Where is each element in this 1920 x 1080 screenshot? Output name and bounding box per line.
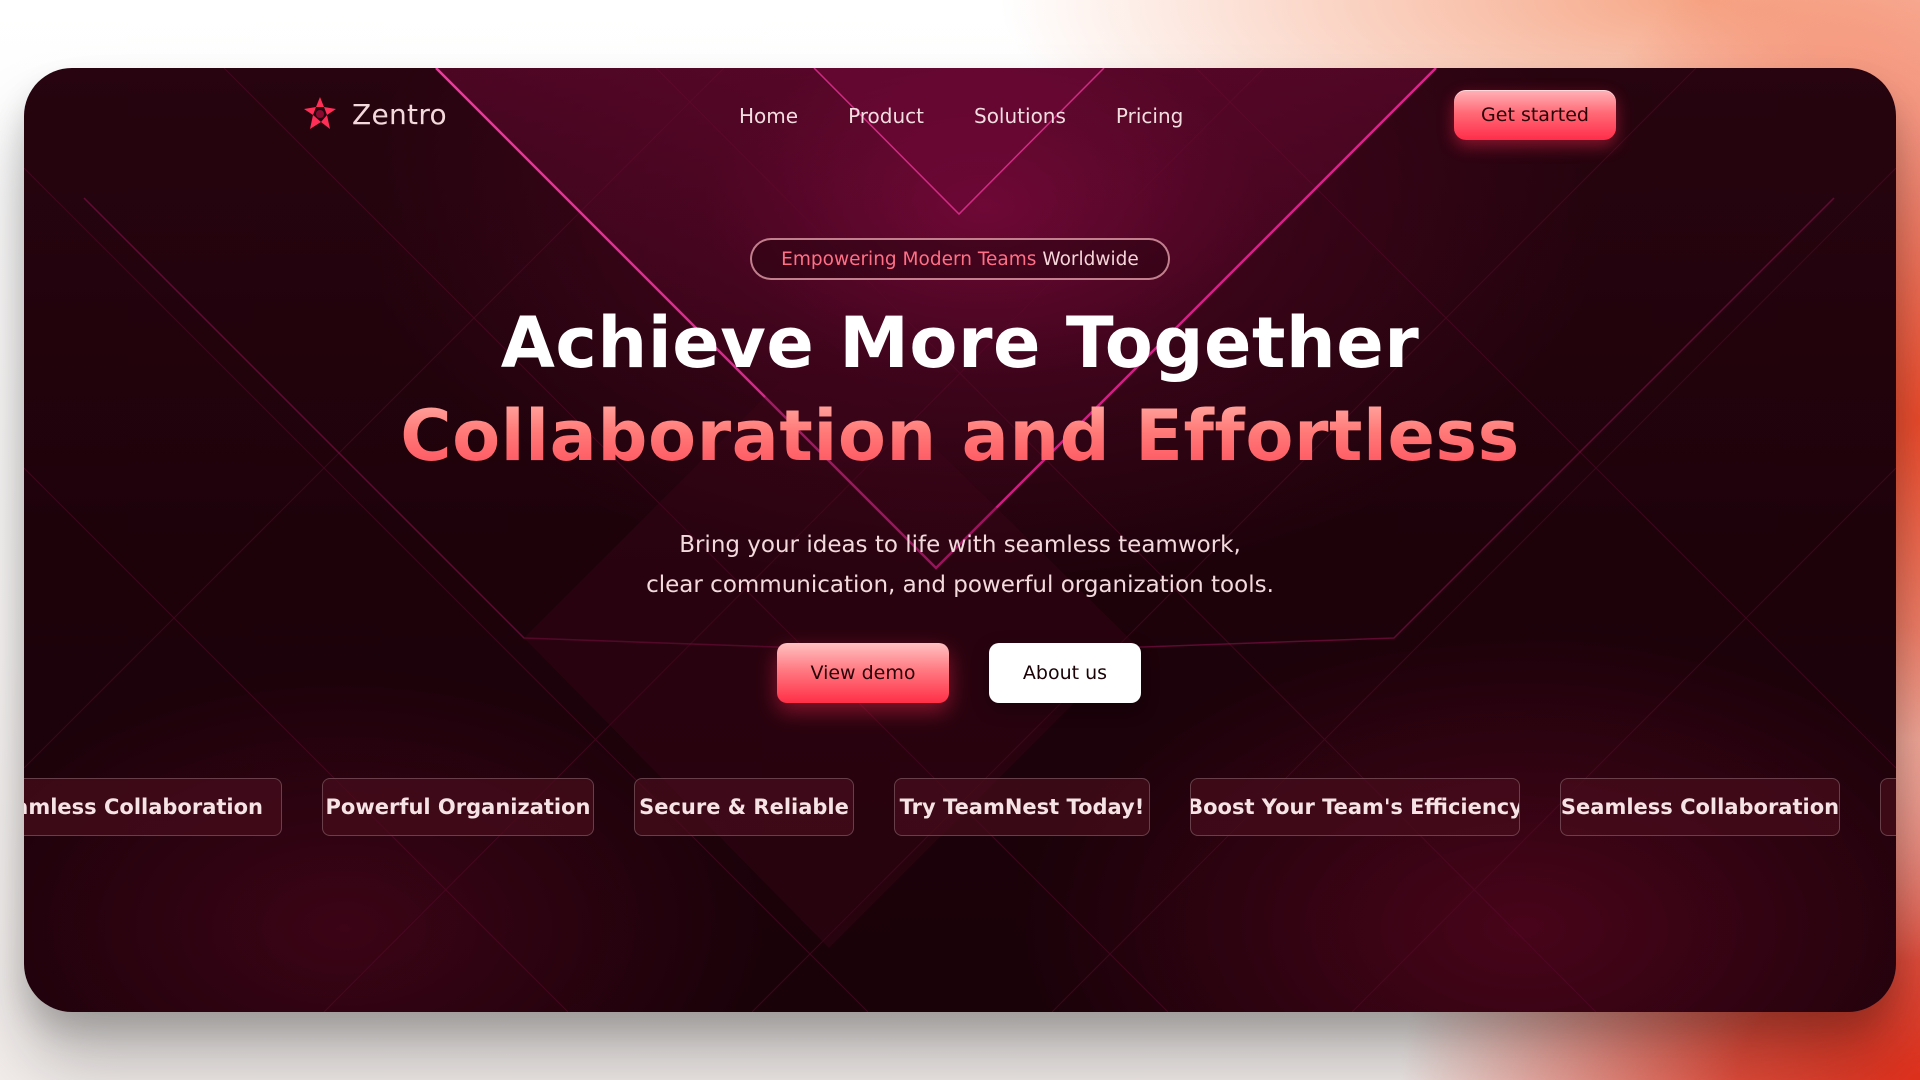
about-us-button[interactable]: About us	[989, 643, 1141, 703]
hero-title-line2: Collaboration and Effortless	[24, 394, 1896, 478]
marquee-chip: Seamless Collaboration	[1560, 778, 1840, 836]
nav-solutions[interactable]: Solutions	[974, 104, 1066, 128]
marquee-chip-partial	[1880, 778, 1896, 836]
hero-frame: Zentro Home Product Solutions Pricing Ge…	[24, 68, 1896, 1012]
tagline-accent: Empowering Modern Teams	[781, 248, 1037, 270]
star-logo-icon	[304, 97, 336, 129]
marquee-chip: Secure & Reliable	[634, 778, 854, 836]
marquee-chip: Boost Your Team's Efficiency	[1190, 778, 1520, 836]
nav-home[interactable]: Home	[739, 104, 798, 128]
marquee-chip: Seamless Collaboration	[24, 778, 282, 836]
get-started-button[interactable]: Get started	[1454, 90, 1616, 140]
marquee-chip: Powerful Organization	[322, 778, 594, 836]
brand-logo[interactable]: Zentro	[302, 96, 447, 132]
marquee-chip: Try TeamNest Today!	[894, 778, 1150, 836]
hero-title-line1: Achieve More Together	[500, 302, 1420, 384]
nav-product[interactable]: Product	[848, 104, 924, 128]
view-demo-button[interactable]: View demo	[777, 643, 949, 703]
nav-pricing[interactable]: Pricing	[1116, 104, 1183, 128]
hero-subtitle: Bring your ideas to life with seamless t…	[24, 525, 1896, 605]
tagline-rest: Worldwide	[1042, 248, 1139, 270]
hero-subtitle-line2: clear communication, and powerful organi…	[646, 572, 1274, 598]
brand-name: Zentro	[352, 97, 447, 131]
tagline-badge: Empowering Modern Teams Worldwide	[750, 238, 1170, 280]
hero-subtitle-line1: Bring your ideas to life with seamless t…	[679, 532, 1241, 558]
main-nav: Home Product Solutions Pricing	[739, 104, 1183, 128]
